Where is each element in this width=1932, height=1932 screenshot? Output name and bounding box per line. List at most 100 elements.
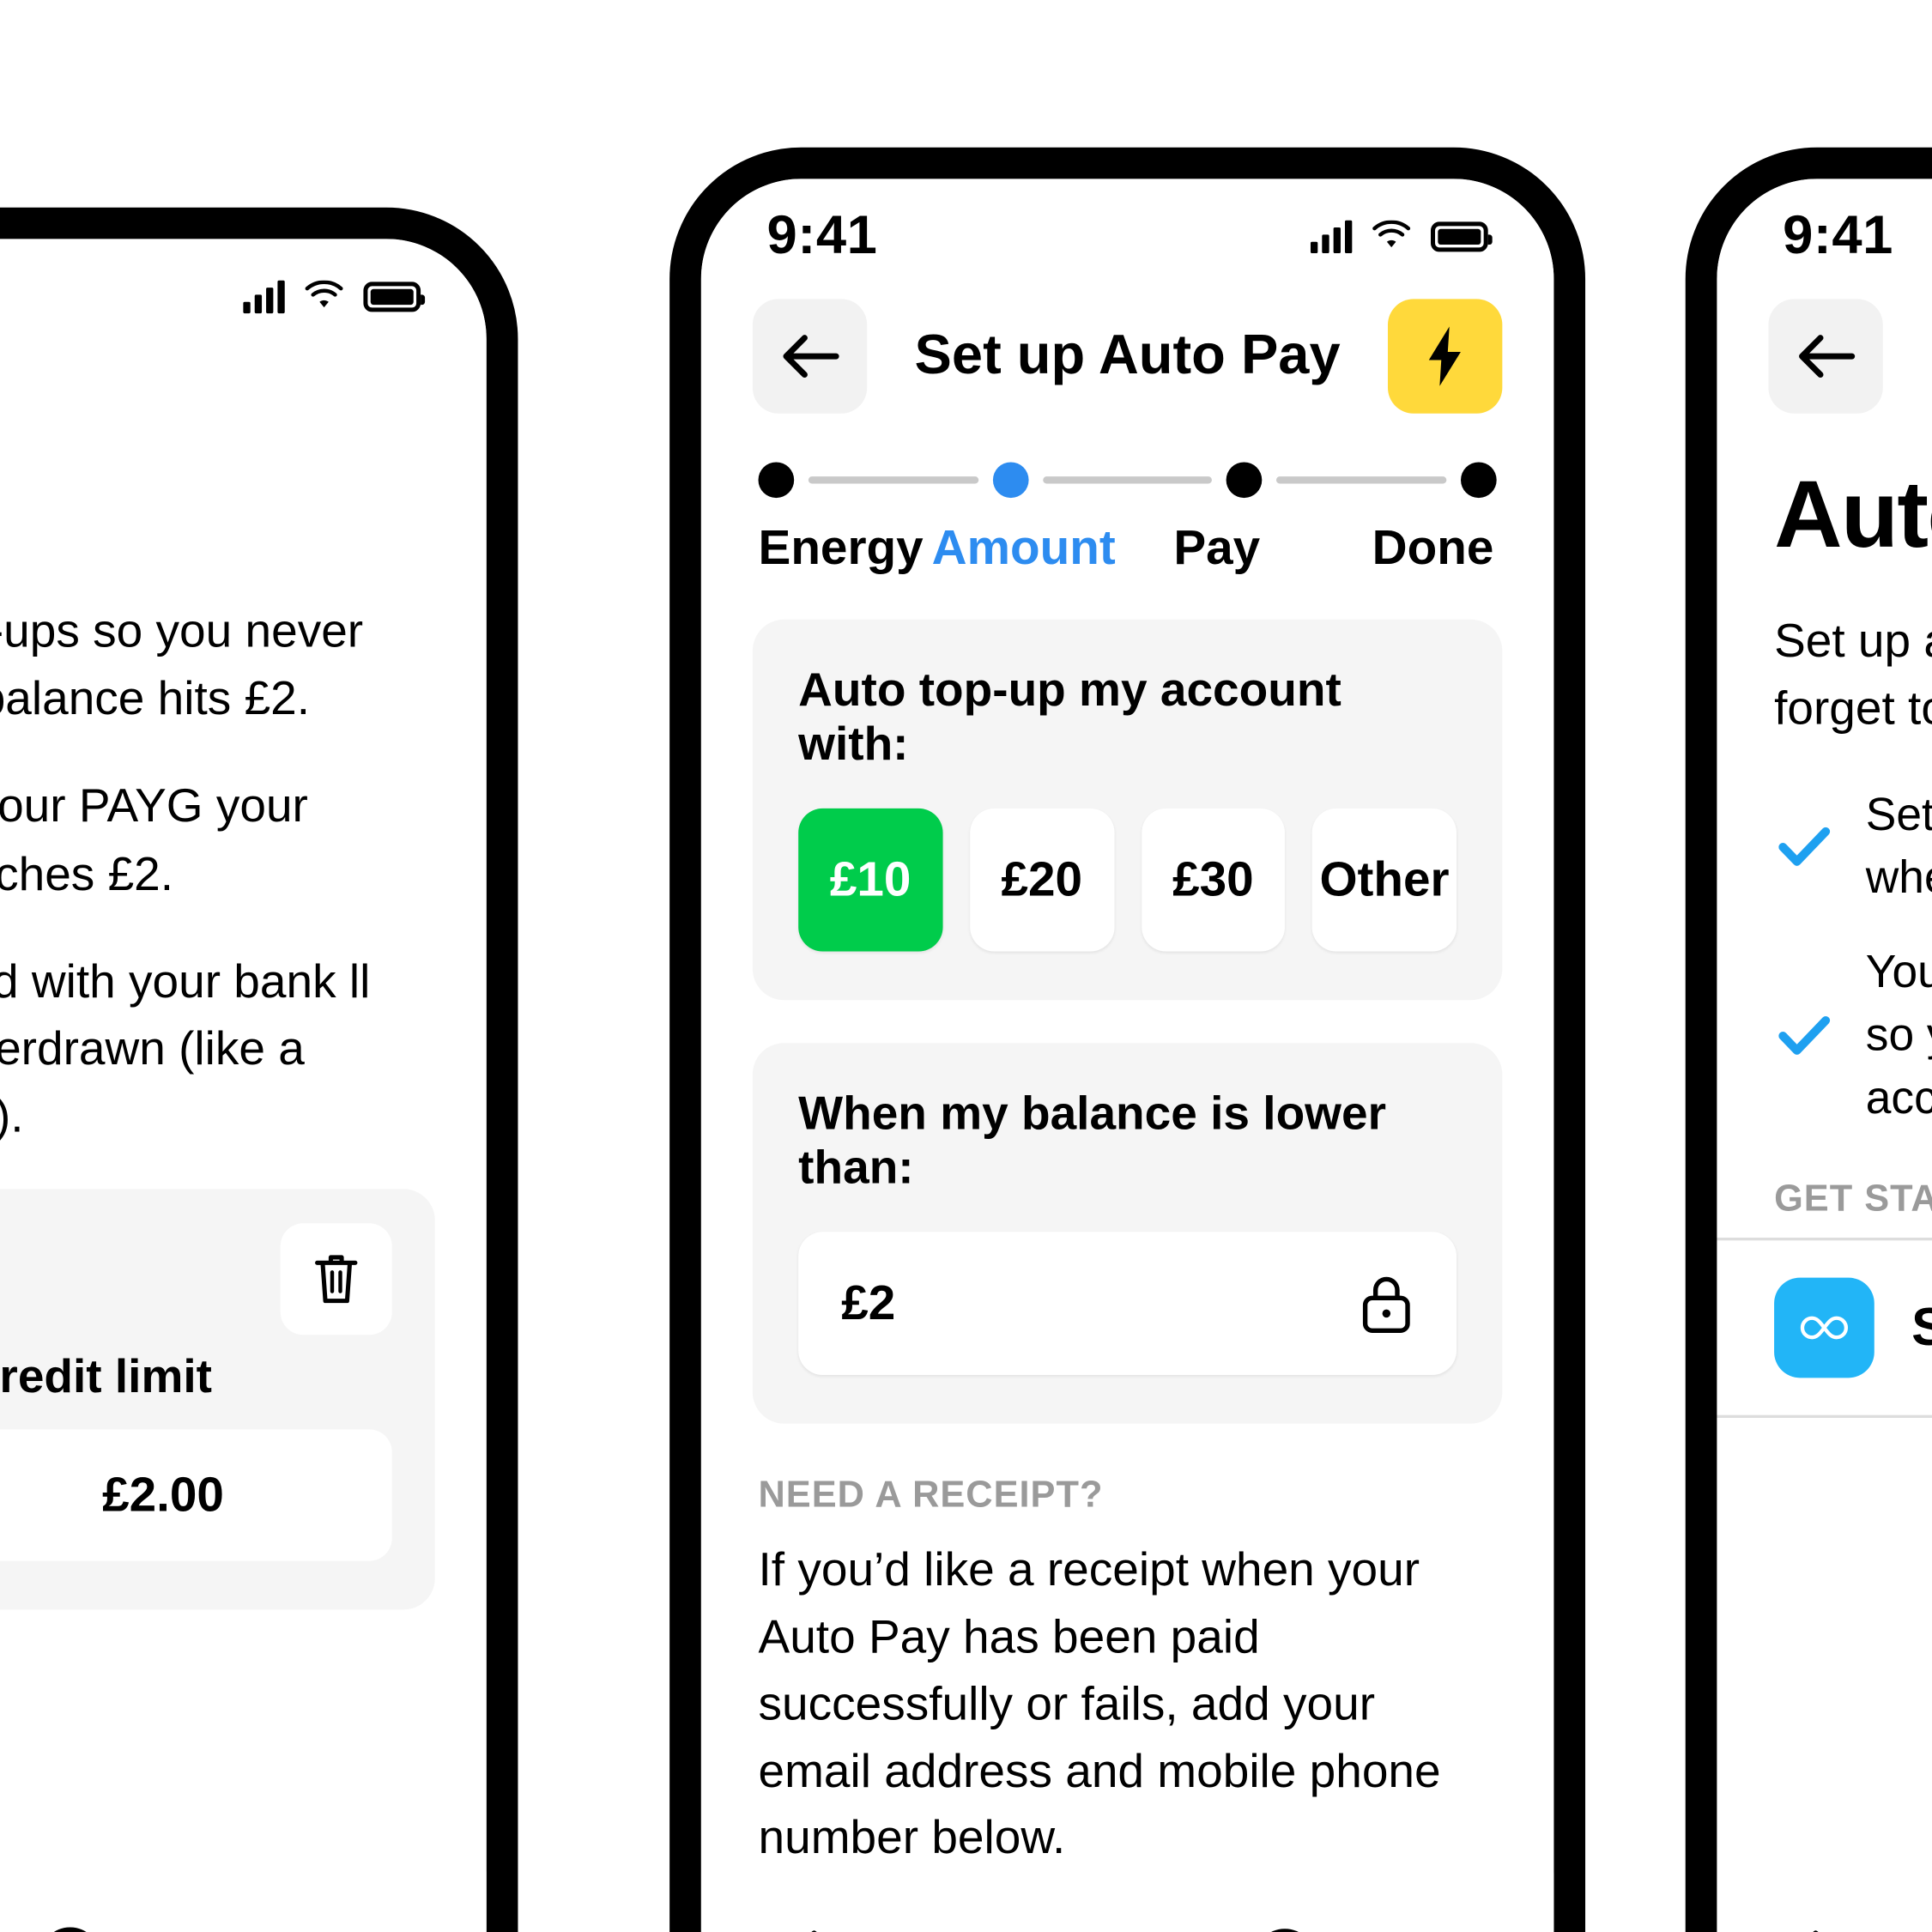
battery-icon — [363, 281, 426, 312]
amount-options: £10 £20 £30 Other — [798, 808, 1457, 952]
phone-left: Auto Pay c PAYG top-ups so you never whe… — [0, 207, 518, 1932]
amount-option-20[interactable]: £20 — [969, 808, 1114, 952]
step-line-2 — [1042, 476, 1213, 484]
check-icon-wrap — [1774, 1005, 1834, 1065]
step-label-amount: Amount — [931, 520, 1116, 576]
phone-right: 9:41 Auto Pay Auto Pay Set up automatic … — [1685, 147, 1932, 1932]
status-bar: 9:41 — [701, 179, 1554, 265]
benefit-text: Set repeat top-ups for yo meter when you… — [1865, 788, 1932, 903]
trash-row — [0, 1223, 392, 1335]
tab-home[interactable] — [1772, 1914, 1860, 1932]
help-icon — [1270, 1929, 1299, 1932]
receipt-eyebrow: NEED A RECEIPT? — [758, 1472, 1104, 1516]
pound-icon — [1092, 1923, 1163, 1932]
phone-center: 9:41 Set up Auto Pay Energy Amount Pay D… — [669, 147, 1586, 1932]
benefit-text: Your auto top-up is paid card, so you’ll… — [1865, 945, 1932, 1124]
step-label-pay: Pay — [1173, 520, 1261, 576]
credit-limit-value[interactable]: £2.00 — [0, 1429, 392, 1562]
check-icon — [1778, 1016, 1831, 1056]
credit-limit-label: Credit limit — [0, 1349, 213, 1403]
tab-usage[interactable] — [926, 1914, 1014, 1932]
screen-heading: Auto Pay — [1774, 460, 1932, 567]
step-label-done: Done — [1372, 520, 1494, 576]
check-icon-wrap — [1774, 815, 1834, 875]
left-paragraph-2: op-ups for your PAYG your balance reache… — [0, 778, 308, 899]
stepper-labels: Energy Amount Pay Done — [759, 521, 1497, 577]
screenshot-stage: Auto Pay c PAYG top-ups so you never whe… — [0, 0, 1932, 1932]
signal-bars-icon — [1310, 219, 1353, 254]
arrow-left-icon — [783, 335, 839, 378]
usage-icon — [932, 1923, 1009, 1932]
lock-icon — [1362, 1276, 1410, 1334]
lock-icon-wrap — [1360, 1272, 1414, 1335]
step-dot-pay[interactable] — [1226, 462, 1263, 499]
phone-center-screen: 9:41 Set up Auto Pay Energy Amount Pay D… — [700, 179, 1554, 1932]
receipt-section: NEED A RECEIPT? If you’d like a receipt … — [701, 1424, 1554, 1932]
benefit-item: Your auto top-up is paid card, so you’ll… — [1774, 940, 1932, 1130]
wifi-icon — [305, 280, 343, 308]
page-title: Auto Pay — [0, 385, 487, 447]
status-bar: 9:41 — [1717, 179, 1932, 265]
status-icons — [1310, 219, 1493, 254]
back-button[interactable] — [752, 299, 868, 414]
credit-limit-inputs: £2.00 — [0, 1429, 392, 1562]
threshold-field[interactable]: £2 — [798, 1232, 1457, 1375]
step-dot-done[interactable] — [1461, 462, 1497, 499]
menu-icon — [306, 1922, 378, 1932]
amount-card: Auto top-up my account with: £10 £20 £30… — [752, 619, 1503, 1001]
amount-option-other[interactable]: Other — [1312, 808, 1457, 952]
signal-bars-icon — [243, 279, 285, 314]
right-tabbar — [1717, 1873, 1932, 1932]
infinity-icon — [1800, 1315, 1848, 1339]
credit-limit-card: Credit limit £2.00 — [0, 1189, 435, 1610]
step-line-1 — [808, 476, 978, 484]
step-dot-energy[interactable] — [758, 462, 795, 499]
status-bar — [0, 239, 487, 316]
receipt-paragraph: If you’d like a receipt when your Auto P… — [758, 1542, 1441, 1864]
center-tabbar — [700, 1873, 1554, 1932]
left-tabbar — [0, 1871, 487, 1932]
bolt-icon — [1428, 326, 1461, 386]
progress-stepper: Energy Amount Pay Done — [701, 414, 1554, 577]
arrow-left-icon — [1799, 335, 1856, 378]
list-item-label: Set up Auto Pay — [1911, 1297, 1932, 1357]
step-label-energy: Energy — [758, 520, 924, 576]
tab-menu[interactable] — [1396, 1914, 1485, 1932]
battery-icon — [1431, 221, 1493, 251]
left-paragraph-1: c PAYG top-ups so you never when your ba… — [0, 603, 364, 724]
amount-card-title: Auto top-up my account with: — [798, 662, 1341, 770]
left-body: c PAYG top-ups so you never when your ba… — [0, 474, 487, 1149]
infinity-icon-wrap — [1774, 1276, 1874, 1378]
step-dot-amount[interactable] — [992, 462, 1029, 499]
delete-button[interactable] — [280, 1223, 392, 1335]
menu-icon — [1405, 1923, 1476, 1932]
right-nav-header: Auto Pay — [1717, 256, 1932, 414]
center-nav-header: Set up Auto Pay — [701, 256, 1554, 414]
left-nav-header: Auto Pay — [0, 316, 487, 473]
stepper-track — [758, 462, 1497, 499]
threshold-card: When my balance is lower than: £2 — [752, 1043, 1503, 1424]
phone-left-screen: Auto Pay c PAYG top-ups so you never whe… — [0, 239, 487, 1932]
tab-help[interactable] — [1240, 1914, 1329, 1932]
tab-menu[interactable] — [298, 1913, 386, 1932]
list-item-set-up-auto-pay[interactable]: Set up Auto Pay — [1717, 1239, 1932, 1414]
benefits-list: Set repeat top-ups for yo meter when you… — [1717, 782, 1932, 1130]
check-icon — [1778, 827, 1831, 866]
tab-home[interactable] — [770, 1914, 858, 1932]
step-line-3 — [1276, 476, 1447, 484]
tab-pound[interactable] — [1083, 1914, 1172, 1932]
threshold-value: £2 — [841, 1275, 896, 1330]
amount-option-10[interactable]: £10 — [798, 808, 943, 952]
quick-action-button[interactable] — [1387, 299, 1503, 414]
trash-icon — [315, 1255, 358, 1304]
tab-help[interactable] — [26, 1913, 114, 1932]
status-icons — [243, 279, 426, 314]
help-icon — [54, 1927, 87, 1932]
left-paragraph-3: op-up is paid with your bank ll never go… — [0, 954, 371, 1142]
divider-bottom — [1717, 1414, 1932, 1418]
benefit-item: Set repeat top-ups for yo meter when you… — [1774, 782, 1932, 908]
threshold-card-title: When my balance is lower than: — [798, 1086, 1386, 1194]
back-button[interactable] — [1768, 299, 1883, 414]
home-icon — [811, 1930, 817, 1932]
amount-option-30[interactable]: £30 — [1141, 808, 1286, 952]
